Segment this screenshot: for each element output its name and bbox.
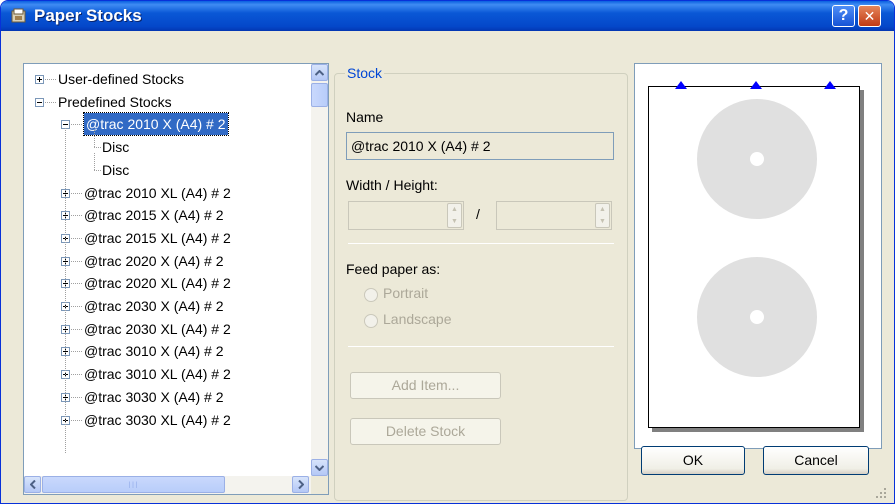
tree-connector	[71, 124, 82, 126]
portrait-label: Portrait	[383, 285, 429, 301]
tree-connector	[45, 79, 56, 80]
separator-line	[348, 243, 614, 244]
tree-item-label: @trac 3010 X (A4) # 2	[84, 343, 224, 360]
tree-item-label: @trac 2015 X (A4) # 2	[84, 207, 224, 224]
tree-connector	[71, 283, 82, 285]
dialog-client-area: User-defined Stocks Predefined Stocks @tra…	[5, 31, 890, 501]
title-bar[interactable]: Paper Stocks ? ✕	[1, 1, 894, 31]
tree-connector	[71, 396, 82, 398]
tree-item-label: @trac 2030 X (A4) # 2	[84, 298, 224, 314]
spin-down-icon: ▼	[599, 217, 606, 225]
close-icon: ✕	[863, 7, 876, 24]
feed-marker-icon	[824, 81, 836, 89]
chevron-down-icon	[315, 464, 324, 471]
tree-item-label: Disc	[102, 139, 130, 156]
close-button[interactable]: ✕	[858, 5, 881, 27]
cancel-button[interactable]: Cancel	[763, 446, 869, 475]
scroll-down-button[interactable]	[311, 459, 328, 476]
disc-hole	[750, 152, 764, 166]
size-separator: /	[476, 206, 480, 222]
tree-connector	[71, 260, 82, 262]
disc-label-shape	[697, 99, 817, 219]
expand-icon[interactable]	[35, 75, 44, 84]
spin-up-icon: ▲	[451, 206, 458, 214]
tree-connector	[71, 306, 82, 307]
vertical-scrollbar[interactable]	[311, 64, 328, 476]
spin-up-icon: ▲	[599, 206, 606, 214]
tree-item-label: Disc	[102, 161, 130, 178]
paper-sheet	[648, 81, 860, 428]
tree-item-label: @trac 3030 XL (A4) # 2	[84, 411, 231, 428]
resize-grip-icon[interactable]	[875, 487, 887, 499]
tree-item-label: @trac 2015 XL (A4) # 2	[84, 229, 231, 246]
stock-preview	[634, 63, 882, 449]
scroll-up-button[interactable]	[311, 64, 328, 81]
tree-connector	[71, 419, 82, 421]
tree-item-label: User-defined Stocks	[58, 71, 185, 87]
collapse-icon[interactable]	[35, 97, 44, 107]
landscape-label: Landscape	[383, 311, 452, 327]
tree-item-label: @trac 2010 X (A4) # 2	[83, 112, 229, 137]
scroll-corner	[311, 476, 328, 494]
help-button[interactable]: ?	[832, 5, 855, 27]
landscape-radio[interactable]	[364, 314, 378, 328]
tree-connector	[45, 101, 56, 103]
tree-connector	[71, 215, 82, 217]
scroll-left-button[interactable]	[24, 476, 41, 493]
paper-stocks-dialog: Paper Stocks ? ✕ User-defined Stocks Pred…	[0, 0, 895, 504]
horizontal-scroll-thumb[interactable]: III	[42, 476, 225, 493]
width-spin-buttons[interactable]: ▲ ▼	[447, 203, 462, 228]
grip-icon: III	[128, 479, 139, 490]
tree-connector	[71, 192, 82, 194]
feed-paper-label: Feed paper as:	[346, 261, 441, 277]
tree-connector	[71, 237, 82, 239]
horizontal-scrollbar[interactable]: III	[24, 476, 311, 494]
tree-connector	[71, 328, 82, 330]
tree-item-label: Predefined Stocks	[58, 93, 172, 110]
add-item-button[interactable]: Add Item...	[350, 372, 501, 399]
stock-group-title: Stock	[345, 65, 385, 81]
chevron-left-icon	[29, 480, 36, 489]
tree-item-label: @trac 3010 XL (A4) # 2	[84, 366, 231, 383]
chevron-up-icon	[315, 69, 324, 76]
ok-label: OK	[682, 452, 704, 468]
tree-item-label: @trac 2020 XL (A4) # 2	[84, 275, 231, 292]
paper-stocks-app-icon	[11, 8, 26, 23]
disc-hole	[750, 310, 764, 324]
name-label: Name	[346, 109, 384, 125]
feed-marker-icon	[675, 81, 687, 89]
tree-connector	[94, 152, 95, 170]
tree-connector	[94, 147, 101, 149]
tree-connector	[94, 130, 95, 148]
help-icon: ?	[838, 7, 849, 24]
height-spinner[interactable]: ▲ ▼	[496, 201, 612, 230]
height-spin-buttons[interactable]: ▲ ▼	[595, 203, 610, 228]
spin-down-icon: ▼	[451, 217, 458, 225]
tree-item-label: @trac 2030 XL (A4) # 2	[84, 320, 231, 337]
tree-connector	[71, 374, 82, 376]
tree-item-label: @trac 2020 X (A4) # 2	[84, 252, 224, 269]
disc-label-shape	[697, 257, 817, 377]
feed-marker-icon	[750, 81, 762, 89]
chevron-right-icon	[297, 480, 304, 489]
tree-connector	[65, 128, 66, 454]
tree-item-label: @trac 3030 X (A4) # 2	[84, 388, 224, 405]
width-height-label: Width / Height:	[346, 177, 438, 193]
tree-connector	[94, 169, 101, 171]
name-field[interactable]: @trac 2010 X (A4) # 2	[346, 132, 614, 160]
tree-item-label: @trac 2010 XL (A4) # 2	[84, 184, 231, 201]
vertical-scroll-thumb[interactable]	[311, 83, 328, 107]
separator-line	[348, 346, 614, 347]
stock-tree-view[interactable]: User-defined Stocks Predefined Stocks @tra…	[23, 63, 329, 495]
window-title: Paper Stocks	[34, 6, 142, 25]
delete-stock-button[interactable]: Delete Stock	[350, 418, 501, 445]
ok-button[interactable]: OK	[641, 446, 745, 475]
scroll-right-button[interactable]	[292, 476, 309, 493]
cancel-label: Cancel	[794, 452, 838, 468]
portrait-radio[interactable]	[364, 288, 378, 302]
tree-connector	[71, 351, 82, 353]
width-spinner[interactable]: ▲ ▼	[348, 201, 464, 230]
